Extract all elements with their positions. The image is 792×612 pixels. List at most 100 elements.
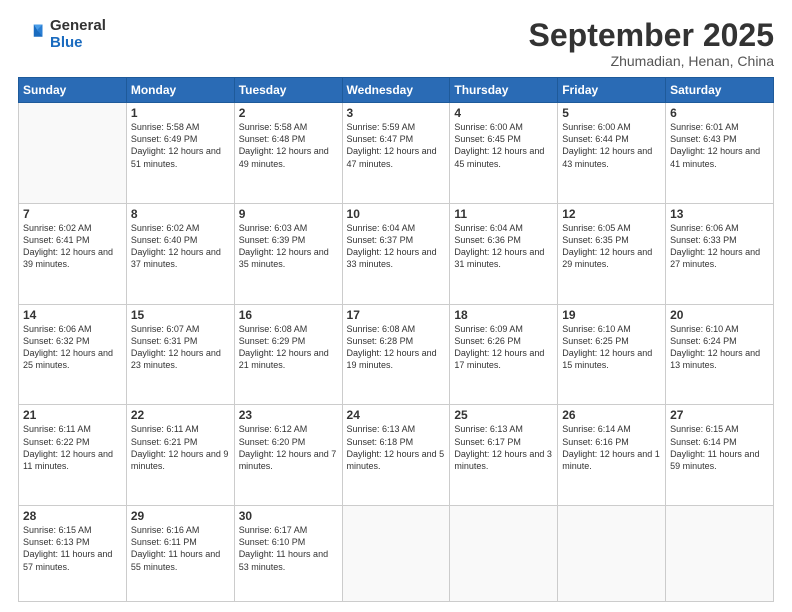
calendar-cell: 15Sunrise: 6:07 AMSunset: 6:31 PMDayligh… bbox=[126, 304, 234, 405]
header: General Blue September 2025 Zhumadian, H… bbox=[18, 18, 774, 69]
day-number: 26 bbox=[562, 408, 661, 422]
day-number: 11 bbox=[454, 207, 553, 221]
cell-info: Sunrise: 6:15 AMSunset: 6:14 PMDaylight:… bbox=[670, 423, 769, 472]
calendar-cell: 14Sunrise: 6:06 AMSunset: 6:32 PMDayligh… bbox=[19, 304, 127, 405]
calendar-cell bbox=[19, 103, 127, 204]
logo-general: General bbox=[50, 18, 106, 35]
day-number: 19 bbox=[562, 308, 661, 322]
cell-info: Sunrise: 6:13 AMSunset: 6:17 PMDaylight:… bbox=[454, 423, 553, 472]
calendar-header-sunday: Sunday bbox=[19, 78, 127, 103]
calendar-cell: 13Sunrise: 6:06 AMSunset: 6:33 PMDayligh… bbox=[666, 203, 774, 304]
cell-info: Sunrise: 6:04 AMSunset: 6:37 PMDaylight:… bbox=[347, 222, 446, 271]
day-number: 9 bbox=[239, 207, 338, 221]
day-number: 7 bbox=[23, 207, 122, 221]
calendar-cell: 20Sunrise: 6:10 AMSunset: 6:24 PMDayligh… bbox=[666, 304, 774, 405]
cell-info: Sunrise: 6:12 AMSunset: 6:20 PMDaylight:… bbox=[239, 423, 338, 472]
calendar-cell bbox=[666, 506, 774, 602]
calendar-cell: 12Sunrise: 6:05 AMSunset: 6:35 PMDayligh… bbox=[558, 203, 666, 304]
calendar-cell: 30Sunrise: 6:17 AMSunset: 6:10 PMDayligh… bbox=[234, 506, 342, 602]
calendar-cell: 23Sunrise: 6:12 AMSunset: 6:20 PMDayligh… bbox=[234, 405, 342, 506]
location: Zhumadian, Henan, China bbox=[529, 53, 774, 69]
cell-info: Sunrise: 6:01 AMSunset: 6:43 PMDaylight:… bbox=[670, 121, 769, 170]
calendar-week-1: 1Sunrise: 5:58 AMSunset: 6:49 PMDaylight… bbox=[19, 103, 774, 204]
day-number: 15 bbox=[131, 308, 230, 322]
calendar-cell: 2Sunrise: 5:58 AMSunset: 6:48 PMDaylight… bbox=[234, 103, 342, 204]
day-number: 2 bbox=[239, 106, 338, 120]
calendar-cell: 4Sunrise: 6:00 AMSunset: 6:45 PMDaylight… bbox=[450, 103, 558, 204]
cell-info: Sunrise: 6:14 AMSunset: 6:16 PMDaylight:… bbox=[562, 423, 661, 472]
calendar-cell: 5Sunrise: 6:00 AMSunset: 6:44 PMDaylight… bbox=[558, 103, 666, 204]
calendar-cell: 27Sunrise: 6:15 AMSunset: 6:14 PMDayligh… bbox=[666, 405, 774, 506]
calendar-cell: 9Sunrise: 6:03 AMSunset: 6:39 PMDaylight… bbox=[234, 203, 342, 304]
cell-info: Sunrise: 6:15 AMSunset: 6:13 PMDaylight:… bbox=[23, 524, 122, 573]
calendar-cell: 19Sunrise: 6:10 AMSunset: 6:25 PMDayligh… bbox=[558, 304, 666, 405]
calendar-cell: 18Sunrise: 6:09 AMSunset: 6:26 PMDayligh… bbox=[450, 304, 558, 405]
cell-info: Sunrise: 6:07 AMSunset: 6:31 PMDaylight:… bbox=[131, 323, 230, 372]
calendar-week-3: 14Sunrise: 6:06 AMSunset: 6:32 PMDayligh… bbox=[19, 304, 774, 405]
cell-info: Sunrise: 6:10 AMSunset: 6:24 PMDaylight:… bbox=[670, 323, 769, 372]
cell-info: Sunrise: 6:04 AMSunset: 6:36 PMDaylight:… bbox=[454, 222, 553, 271]
calendar-cell: 28Sunrise: 6:15 AMSunset: 6:13 PMDayligh… bbox=[19, 506, 127, 602]
calendar-header-wednesday: Wednesday bbox=[342, 78, 450, 103]
calendar-week-5: 28Sunrise: 6:15 AMSunset: 6:13 PMDayligh… bbox=[19, 506, 774, 602]
logo-blue: Blue bbox=[50, 35, 106, 52]
cell-info: Sunrise: 6:09 AMSunset: 6:26 PMDaylight:… bbox=[454, 323, 553, 372]
calendar-cell: 11Sunrise: 6:04 AMSunset: 6:36 PMDayligh… bbox=[450, 203, 558, 304]
day-number: 3 bbox=[347, 106, 446, 120]
day-number: 12 bbox=[562, 207, 661, 221]
calendar-header-row: SundayMondayTuesdayWednesdayThursdayFrid… bbox=[19, 78, 774, 103]
cell-info: Sunrise: 6:00 AMSunset: 6:44 PMDaylight:… bbox=[562, 121, 661, 170]
day-number: 10 bbox=[347, 207, 446, 221]
cell-info: Sunrise: 6:02 AMSunset: 6:41 PMDaylight:… bbox=[23, 222, 122, 271]
calendar-cell: 24Sunrise: 6:13 AMSunset: 6:18 PMDayligh… bbox=[342, 405, 450, 506]
calendar-header-tuesday: Tuesday bbox=[234, 78, 342, 103]
day-number: 27 bbox=[670, 408, 769, 422]
day-number: 18 bbox=[454, 308, 553, 322]
calendar-cell: 29Sunrise: 6:16 AMSunset: 6:11 PMDayligh… bbox=[126, 506, 234, 602]
cell-info: Sunrise: 5:58 AMSunset: 6:49 PMDaylight:… bbox=[131, 121, 230, 170]
day-number: 28 bbox=[23, 509, 122, 523]
day-number: 24 bbox=[347, 408, 446, 422]
day-number: 20 bbox=[670, 308, 769, 322]
day-number: 13 bbox=[670, 207, 769, 221]
cell-info: Sunrise: 6:11 AMSunset: 6:21 PMDaylight:… bbox=[131, 423, 230, 472]
day-number: 5 bbox=[562, 106, 661, 120]
calendar-cell: 10Sunrise: 6:04 AMSunset: 6:37 PMDayligh… bbox=[342, 203, 450, 304]
day-number: 30 bbox=[239, 509, 338, 523]
logo: General Blue bbox=[18, 18, 106, 51]
calendar-cell bbox=[450, 506, 558, 602]
day-number: 1 bbox=[131, 106, 230, 120]
day-number: 8 bbox=[131, 207, 230, 221]
logo-text: General Blue bbox=[50, 18, 106, 51]
calendar-week-4: 21Sunrise: 6:11 AMSunset: 6:22 PMDayligh… bbox=[19, 405, 774, 506]
cell-info: Sunrise: 6:13 AMSunset: 6:18 PMDaylight:… bbox=[347, 423, 446, 472]
cell-info: Sunrise: 5:58 AMSunset: 6:48 PMDaylight:… bbox=[239, 121, 338, 170]
cell-info: Sunrise: 6:02 AMSunset: 6:40 PMDaylight:… bbox=[131, 222, 230, 271]
cell-info: Sunrise: 6:10 AMSunset: 6:25 PMDaylight:… bbox=[562, 323, 661, 372]
calendar-cell: 7Sunrise: 6:02 AMSunset: 6:41 PMDaylight… bbox=[19, 203, 127, 304]
day-number: 14 bbox=[23, 308, 122, 322]
calendar-cell bbox=[342, 506, 450, 602]
cell-info: Sunrise: 6:16 AMSunset: 6:11 PMDaylight:… bbox=[131, 524, 230, 573]
calendar-header-friday: Friday bbox=[558, 78, 666, 103]
calendar-week-2: 7Sunrise: 6:02 AMSunset: 6:41 PMDaylight… bbox=[19, 203, 774, 304]
calendar-cell bbox=[558, 506, 666, 602]
calendar-table: SundayMondayTuesdayWednesdayThursdayFrid… bbox=[18, 77, 774, 602]
calendar-cell: 6Sunrise: 6:01 AMSunset: 6:43 PMDaylight… bbox=[666, 103, 774, 204]
page: General Blue September 2025 Zhumadian, H… bbox=[0, 0, 792, 612]
cell-info: Sunrise: 6:11 AMSunset: 6:22 PMDaylight:… bbox=[23, 423, 122, 472]
cell-info: Sunrise: 6:06 AMSunset: 6:33 PMDaylight:… bbox=[670, 222, 769, 271]
month-title: September 2025 bbox=[529, 18, 774, 53]
calendar-header-monday: Monday bbox=[126, 78, 234, 103]
cell-info: Sunrise: 6:17 AMSunset: 6:10 PMDaylight:… bbox=[239, 524, 338, 573]
calendar-cell: 8Sunrise: 6:02 AMSunset: 6:40 PMDaylight… bbox=[126, 203, 234, 304]
cell-info: Sunrise: 5:59 AMSunset: 6:47 PMDaylight:… bbox=[347, 121, 446, 170]
day-number: 16 bbox=[239, 308, 338, 322]
logo-icon bbox=[18, 21, 46, 49]
cell-info: Sunrise: 6:08 AMSunset: 6:29 PMDaylight:… bbox=[239, 323, 338, 372]
cell-info: Sunrise: 6:06 AMSunset: 6:32 PMDaylight:… bbox=[23, 323, 122, 372]
calendar-cell: 16Sunrise: 6:08 AMSunset: 6:29 PMDayligh… bbox=[234, 304, 342, 405]
calendar-header-saturday: Saturday bbox=[666, 78, 774, 103]
calendar-cell: 1Sunrise: 5:58 AMSunset: 6:49 PMDaylight… bbox=[126, 103, 234, 204]
cell-info: Sunrise: 6:05 AMSunset: 6:35 PMDaylight:… bbox=[562, 222, 661, 271]
